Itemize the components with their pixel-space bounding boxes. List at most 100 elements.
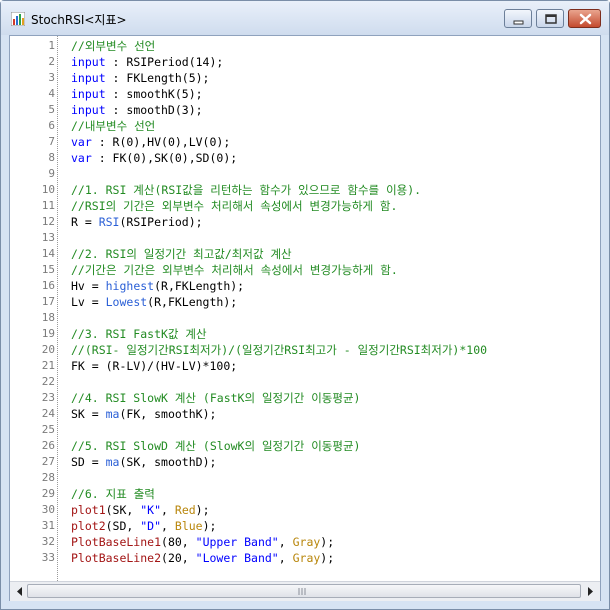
- code-line[interactable]: 8 var : FK(0),SK(0),SD(0);: [10, 150, 600, 166]
- code-token-plain: SK =: [71, 407, 106, 421]
- code-token-plain: (RSIPeriod);: [119, 215, 203, 229]
- line-number: 19: [41, 327, 55, 340]
- code-line[interactable]: 7 var : R(0),HV(0),LV(0);: [10, 134, 600, 150]
- line-number: 14: [41, 247, 55, 260]
- code-token-plain: (SK, smoothD);: [119, 455, 217, 469]
- code-line[interactable]: 5 input : smoothD(3);: [10, 102, 600, 118]
- line-number: 33: [41, 551, 55, 564]
- code-line[interactable]: 15 //기간은 기간은 외부변수 처리해서 속성에서 변경가능하게 함.: [10, 262, 600, 278]
- code-token-function: ma: [105, 407, 120, 421]
- code-token-plain: );: [320, 551, 335, 565]
- code-line[interactable]: 9: [10, 166, 600, 182]
- code-token-plain: (FK, smoothK);: [119, 407, 217, 421]
- code-line[interactable]: 4 input : smoothK(5);: [10, 86, 600, 102]
- code-token-plotcolor: Gray: [292, 535, 321, 549]
- code-line[interactable]: 1 //외부변수 선언: [10, 38, 600, 54]
- code-token-plain: (R,FKLength);: [154, 279, 245, 293]
- code-line[interactable]: 33 PlotBaseLine2(20, "Lower Band", Gray);: [10, 550, 600, 566]
- code-line[interactable]: 18: [10, 310, 600, 326]
- arrow-left-icon[interactable]: [12, 584, 27, 599]
- code-line[interactable]: 24 SK = ma(FK, smoothK);: [10, 406, 600, 422]
- code-token-function: Lowest: [105, 295, 148, 309]
- line-number: 18: [41, 311, 55, 324]
- code-line[interactable]: 11 //RSI의 기간은 외부변수 처리해서 속성에서 변경가능하게 함.: [10, 198, 600, 214]
- code-token-plain: : R(0),HV(0),LV(0);: [91, 135, 231, 149]
- code-token-comment: //4. RSI SlowK 계산 (FastK의 일정기간 이동평균): [71, 391, 361, 405]
- title-bar[interactable]: StochRSI<지표>: [1, 1, 609, 35]
- code-token-plain: );: [195, 503, 210, 517]
- code-token-plain: (R,FKLength);: [147, 295, 238, 309]
- code-token-plain: ,: [278, 535, 293, 549]
- code-text: var : R(0),HV(0),LV(0);: [71, 134, 230, 150]
- line-number: 11: [41, 199, 55, 212]
- code-text: //1. RSI 계산(RSI값을 리턴하는 함수가 있으므로 함수를 이용).: [71, 182, 421, 198]
- line-number: 13: [41, 231, 55, 244]
- code-token-string: PlotBaseLine1: [71, 535, 162, 549]
- code-line[interactable]: 30 plot1(SK, "K", Red);: [10, 502, 600, 518]
- code-text: input : RSIPeriod(14);: [71, 54, 223, 70]
- code-line[interactable]: 6 //내부변수 선언: [10, 118, 600, 134]
- code-line[interactable]: 3 input : FKLength(5);: [10, 70, 600, 86]
- line-number: 3: [48, 71, 55, 84]
- code-text: plot2(SD, "D", Blue);: [71, 518, 216, 534]
- code-editor[interactable]: 1 //외부변수 선언 2 input : RSIPeriod(14); 3 input …: [9, 35, 601, 601]
- maximize-button[interactable]: [536, 9, 564, 28]
- code-token-plain: Hv =: [71, 279, 106, 293]
- code-line[interactable]: 10 //1. RSI 계산(RSI값을 리턴하는 함수가 있으므로 함수를 이용…: [10, 182, 600, 198]
- line-number: 6: [48, 119, 55, 132]
- scrollbar-thumb[interactable]: [27, 584, 581, 598]
- horizontal-scrollbar[interactable]: [10, 581, 600, 601]
- code-line[interactable]: 26 //5. RSI SlowD 계산 (SlowK의 일정기간 이동평균): [10, 438, 600, 454]
- code-line[interactable]: 32 PlotBaseLine1(80, "Upper Band", Gray);: [10, 534, 600, 550]
- code-line[interactable]: 20 //(RSI- 일정기간RSI최저가)/(일정기간RSI최고가 - 일정기간…: [10, 342, 600, 358]
- line-number: 2: [48, 55, 55, 68]
- code-line[interactable]: 13: [10, 230, 600, 246]
- code-line[interactable]: 19 //3. RSI FastK값 계산: [10, 326, 600, 342]
- code-text: SD = ma(SK, smoothD);: [71, 454, 216, 470]
- code-line[interactable]: 23 //4. RSI SlowK 계산 (FastK의 일정기간 이동평균): [10, 390, 600, 406]
- code-token-keyword: input: [71, 55, 106, 69]
- code-text: PlotBaseLine1(80, "Upper Band", Gray);: [71, 534, 334, 550]
- code-token-keyword: "K": [140, 503, 162, 517]
- code-token-string: PlotBaseLine2: [71, 551, 162, 565]
- line-number: 20: [41, 343, 55, 356]
- code-line[interactable]: 28: [10, 470, 600, 486]
- code-token-comment: //(RSI- 일정기간RSI최저가)/(일정기간RSI최고가 - 일정기간RS…: [71, 343, 488, 357]
- code-token-plain: : RSIPeriod(14);: [105, 55, 224, 69]
- code-line[interactable]: 22: [10, 374, 600, 390]
- code-token-string: plot2: [71, 519, 106, 533]
- line-number: 23: [41, 391, 55, 404]
- code-line[interactable]: 16 Hv = highest(R,FKLength);: [10, 278, 600, 294]
- code-line[interactable]: 14 //2. RSI의 일정기간 최고값/최저값 계산: [10, 246, 600, 262]
- grip-icon: [298, 588, 306, 595]
- code-line[interactable]: 29 //6. 지표 출력: [10, 486, 600, 502]
- close-icon: [579, 13, 592, 25]
- code-text: //외부변수 선언: [71, 38, 155, 54]
- code-token-comment: //3. RSI FastK값 계산: [71, 327, 207, 341]
- code-line[interactable]: 31 plot2(SD, "D", Blue);: [10, 518, 600, 534]
- code-token-comment: //1. RSI 계산(RSI값을 리턴하는 함수가 있으므로 함수를 이용).: [71, 183, 422, 197]
- code-token-keyword: var: [71, 135, 92, 149]
- line-number: 24: [41, 407, 55, 420]
- arrow-right-icon[interactable]: [583, 584, 598, 599]
- code-line[interactable]: 12 R = RSI(RSIPeriod);: [10, 214, 600, 230]
- code-token-plain: SD =: [71, 455, 106, 469]
- code-line[interactable]: 25: [10, 422, 600, 438]
- code-token-plain: (20,: [161, 551, 196, 565]
- code-token-plain: ,: [161, 503, 175, 517]
- code-text: PlotBaseLine2(20, "Lower Band", Gray);: [71, 550, 334, 566]
- code-line[interactable]: 27 SD = ma(SK, smoothD);: [10, 454, 600, 470]
- minimize-button[interactable]: [504, 9, 532, 28]
- code-token-plain: Lv =: [71, 295, 106, 309]
- close-button[interactable]: [568, 9, 601, 28]
- code-line[interactable]: 17 Lv = Lowest(R,FKLength);: [10, 294, 600, 310]
- line-number: 8: [48, 151, 55, 164]
- code-line[interactable]: 2 input : RSIPeriod(14);: [10, 54, 600, 70]
- code-token-function: ma: [105, 455, 120, 469]
- code-text: //5. RSI SlowD 계산 (SlowK의 일정기간 이동평균): [71, 438, 360, 454]
- code-line[interactable]: 21 FK = (R-LV)/(HV-LV)*100;: [10, 358, 600, 374]
- minimize-icon: [513, 20, 524, 25]
- line-number: 25: [41, 423, 55, 436]
- code-text: //6. 지표 출력: [71, 486, 155, 502]
- code-text: R = RSI(RSIPeriod);: [71, 214, 203, 230]
